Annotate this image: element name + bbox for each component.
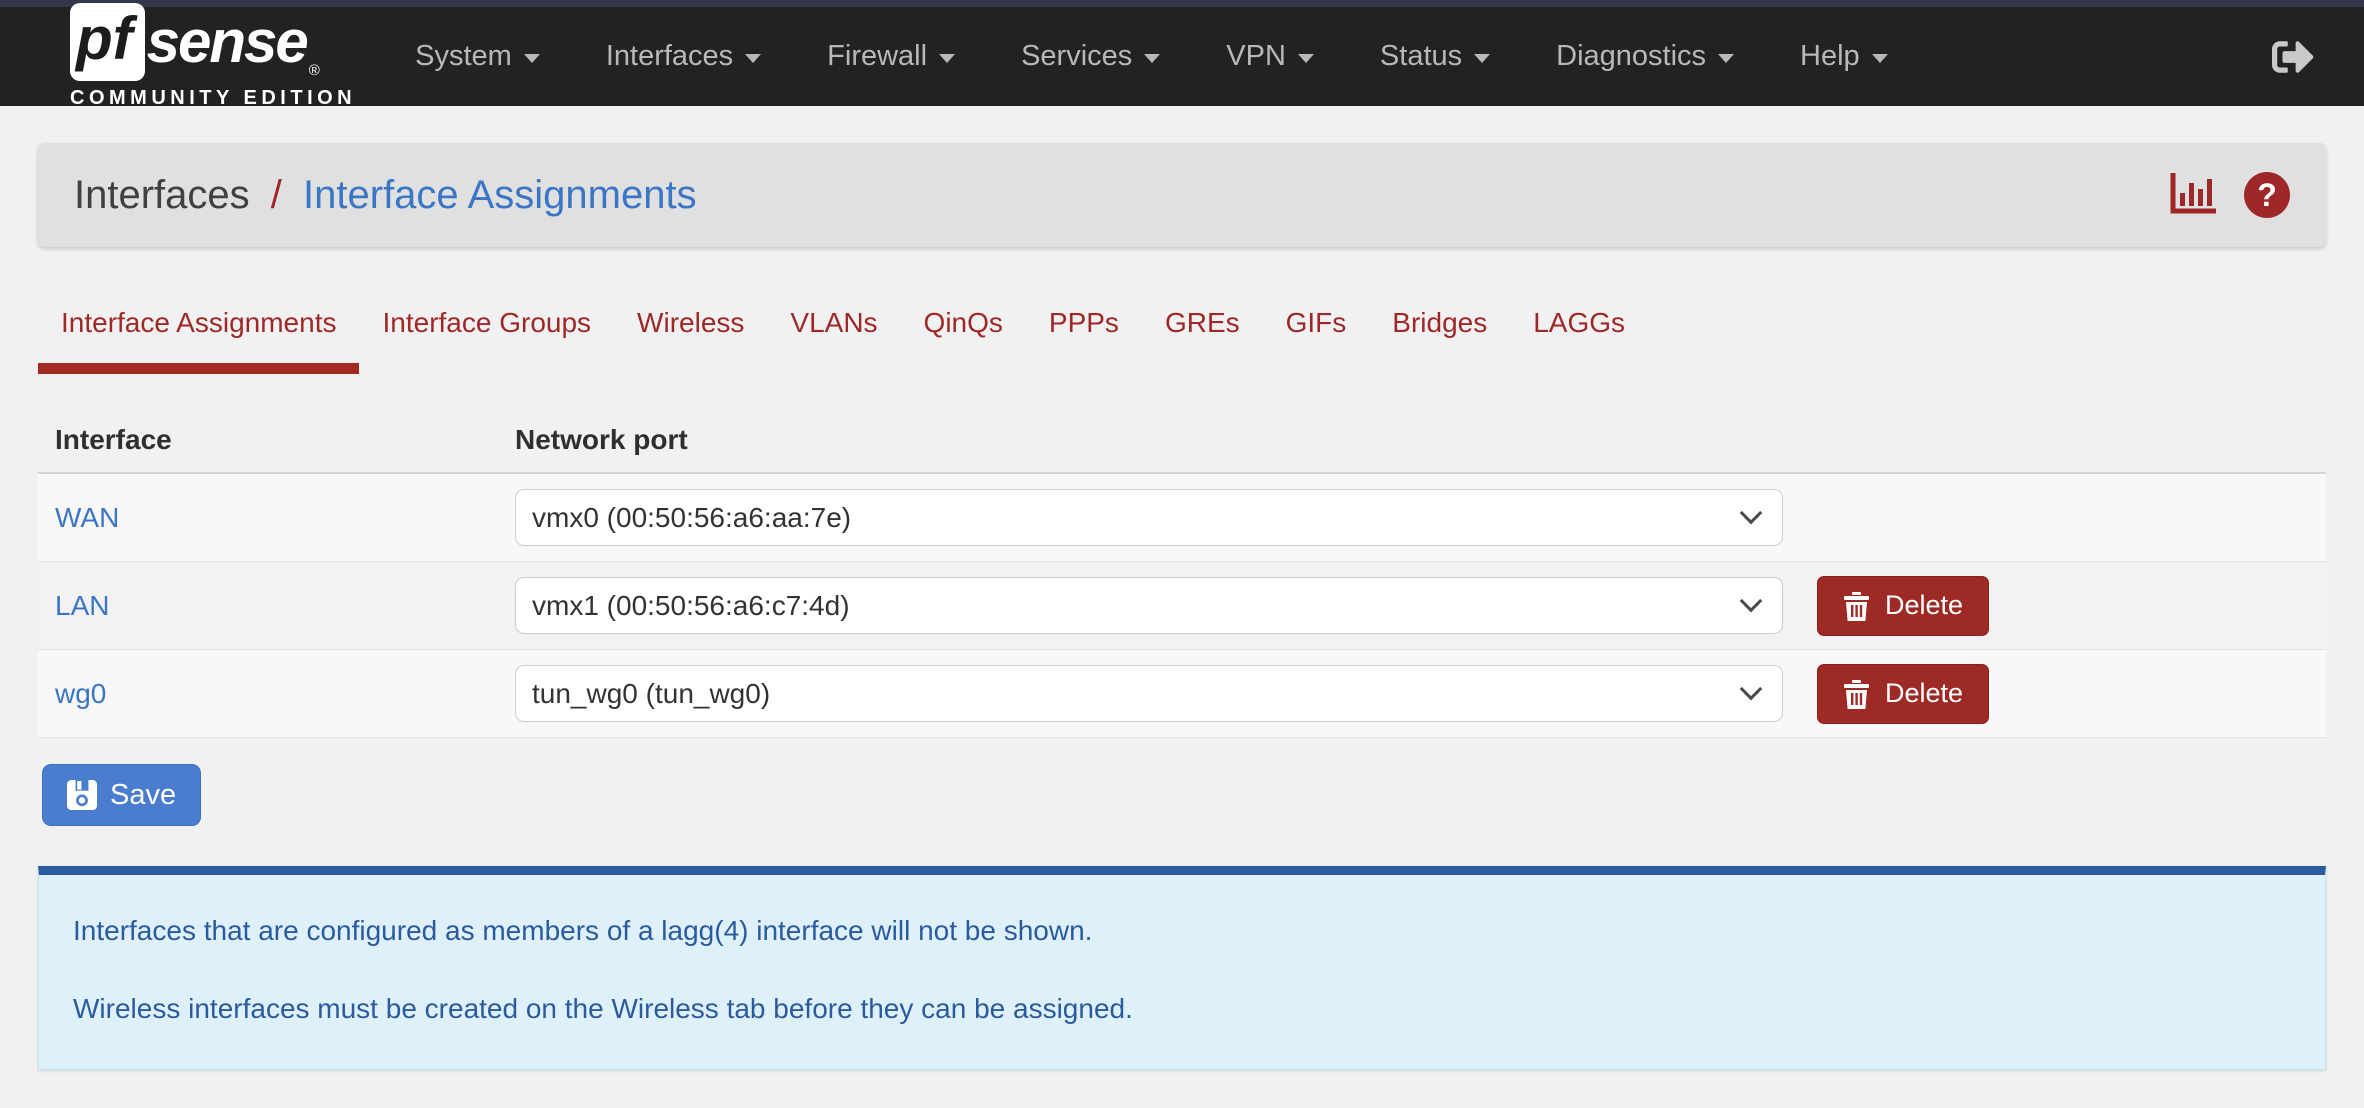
status-monitoring-button[interactable] — [2170, 173, 2218, 217]
chart-bar-icon — [2170, 173, 2218, 217]
delete-button-label: Delete — [1885, 590, 1963, 621]
nav-menu-item-diagnostics[interactable]: Diagnostics — [1523, 7, 1767, 106]
network-port-select-wrap: tun_wg0 (tun_wg0) — [515, 665, 1783, 722]
nav-menu-item-label: Diagnostics — [1556, 40, 1706, 73]
network-port-select-wrap: vmx0 (00:50:56:a6:aa:7e) — [515, 489, 1783, 546]
trash-icon — [1843, 679, 1870, 709]
chevron-down-icon — [1298, 54, 1314, 63]
trash-icon — [1843, 591, 1870, 621]
nav-menu-item-help[interactable]: Help — [1767, 7, 1921, 106]
pfsense-logo-sense: sense — [147, 12, 307, 72]
nav-menu-item-firewall[interactable]: Firewall — [794, 7, 988, 106]
question-circle-icon: ? — [2244, 172, 2290, 218]
table-header-row: Interface Network port — [38, 408, 2326, 472]
registered-trademark: ® — [309, 62, 320, 79]
network-port-select-wrap: vmx1 (00:50:56:a6:c7:4d) — [515, 577, 1783, 634]
nav-menu-item-label: System — [415, 40, 512, 73]
pfsense-logo-pf-tile: pf — [70, 3, 145, 81]
community-edition-label: COMMUNITY EDITION — [70, 87, 356, 110]
nav-menu-item-label: VPN — [1226, 40, 1286, 73]
info-note-wireless: Wireless interfaces must be created on t… — [73, 993, 2291, 1025]
interface-link[interactable]: WAN — [55, 502, 119, 533]
tab-qinqs[interactable]: QinQs — [901, 291, 1026, 374]
nav-menu-item-vpn[interactable]: VPN — [1193, 7, 1347, 106]
nav-menu-item-label: Help — [1800, 40, 1860, 73]
breadcrumb-section: Interfaces — [74, 173, 250, 217]
nav-menu: System Interfaces Firewall Services VPN … — [382, 7, 1921, 106]
network-port-cell: tun_wg0 (tun_wg0) Delete — [515, 664, 2309, 724]
delete-button-label: Delete — [1885, 678, 1963, 709]
interface-cell: LAN — [55, 590, 515, 622]
tab-wireless[interactable]: Wireless — [614, 291, 767, 374]
interface-cell: wg0 — [55, 678, 515, 710]
nav-menu-item-label: Firewall — [827, 40, 927, 73]
network-port-cell: vmx1 (00:50:56:a6:c7:4d) Delete — [515, 576, 2309, 636]
save-button-label: Save — [110, 779, 176, 812]
interface-assignments-table: Interface Network port WAN vmx0 (00:50:5… — [38, 408, 2326, 738]
tab-vlans[interactable]: VLANs — [767, 291, 900, 374]
nav-menu-item-label: Interfaces — [606, 40, 733, 73]
breadcrumb-page-link[interactable]: Interface Assignments — [303, 173, 697, 217]
pfsense-logo-wordmark: pf sense ® — [70, 3, 356, 81]
tab-interface-groups[interactable]: Interface Groups — [359, 291, 614, 374]
column-header-interface: Interface — [55, 424, 515, 456]
chevron-down-icon — [1872, 54, 1888, 63]
logout-button[interactable] — [2262, 26, 2324, 88]
delete-button[interactable]: Delete — [1817, 576, 1989, 636]
network-port-select[interactable]: vmx1 (00:50:56:a6:c7:4d) — [515, 577, 1783, 634]
table-row-lan: LAN vmx1 (00:50:56:a6:c7:4d) Delete — [38, 562, 2326, 650]
chevron-down-icon — [1144, 54, 1160, 63]
page-header: Interfaces / Interface Assignments ? — [38, 143, 2326, 247]
network-port-select[interactable]: tun_wg0 (tun_wg0) — [515, 665, 1783, 722]
tab-gres[interactable]: GREs — [1142, 291, 1263, 374]
tab-gifs[interactable]: GIFs — [1263, 291, 1370, 374]
info-note-lagg: Interfaces that are configured as member… — [73, 915, 2291, 947]
tab-bridges[interactable]: Bridges — [1369, 291, 1510, 374]
help-button[interactable]: ? — [2244, 172, 2290, 218]
tab-laggs[interactable]: LAGGs — [1510, 291, 1648, 374]
nav-menu-item-services[interactable]: Services — [988, 7, 1193, 106]
sign-out-icon — [2272, 36, 2314, 78]
breadcrumb: Interfaces / Interface Assignments — [74, 173, 697, 218]
info-panel: Interfaces that are configured as member… — [38, 866, 2326, 1070]
interface-link[interactable]: LAN — [55, 590, 109, 621]
interface-cell: WAN — [55, 502, 515, 534]
network-port-select[interactable]: vmx0 (00:50:56:a6:aa:7e) — [515, 489, 1783, 546]
main-navbar: pf sense ® COMMUNITY EDITION System Inte… — [0, 7, 2364, 106]
pfsense-logo[interactable]: pf sense ® COMMUNITY EDITION — [70, 3, 356, 110]
tab-ppps[interactable]: PPPs — [1026, 291, 1142, 374]
nav-menu-item-system[interactable]: System — [382, 7, 573, 106]
table-row-wan: WAN vmx0 (00:50:56:a6:aa:7e) Delete — [38, 474, 2326, 562]
network-port-cell: vmx0 (00:50:56:a6:aa:7e) Delete — [515, 489, 2309, 546]
table-row-wg0: wg0 tun_wg0 (tun_wg0) Delete — [38, 650, 2326, 738]
tab-interface-assignments[interactable]: Interface Assignments — [38, 291, 359, 374]
nav-menu-item-interfaces[interactable]: Interfaces — [573, 7, 794, 106]
column-header-network-port: Network port — [515, 424, 2309, 456]
table-body: WAN vmx0 (00:50:56:a6:aa:7e) Delete — [38, 472, 2326, 738]
nav-menu-item-label: Services — [1021, 40, 1132, 73]
page-header-icons: ? — [2170, 172, 2290, 218]
chevron-down-icon — [939, 54, 955, 63]
chevron-down-icon — [1474, 54, 1490, 63]
breadcrumb-separator: / — [271, 173, 282, 217]
interface-tabs: Interface AssignmentsInterface GroupsWir… — [38, 291, 2326, 374]
save-icon — [67, 780, 97, 810]
chevron-down-icon — [524, 54, 540, 63]
chevron-down-icon — [745, 54, 761, 63]
nav-menu-item-status[interactable]: Status — [1347, 7, 1523, 106]
nav-menu-item-label: Status — [1380, 40, 1462, 73]
save-button[interactable]: Save — [42, 764, 201, 826]
delete-button[interactable]: Delete — [1817, 664, 1989, 724]
interface-link[interactable]: wg0 — [55, 678, 106, 709]
chevron-down-icon — [1718, 54, 1734, 63]
